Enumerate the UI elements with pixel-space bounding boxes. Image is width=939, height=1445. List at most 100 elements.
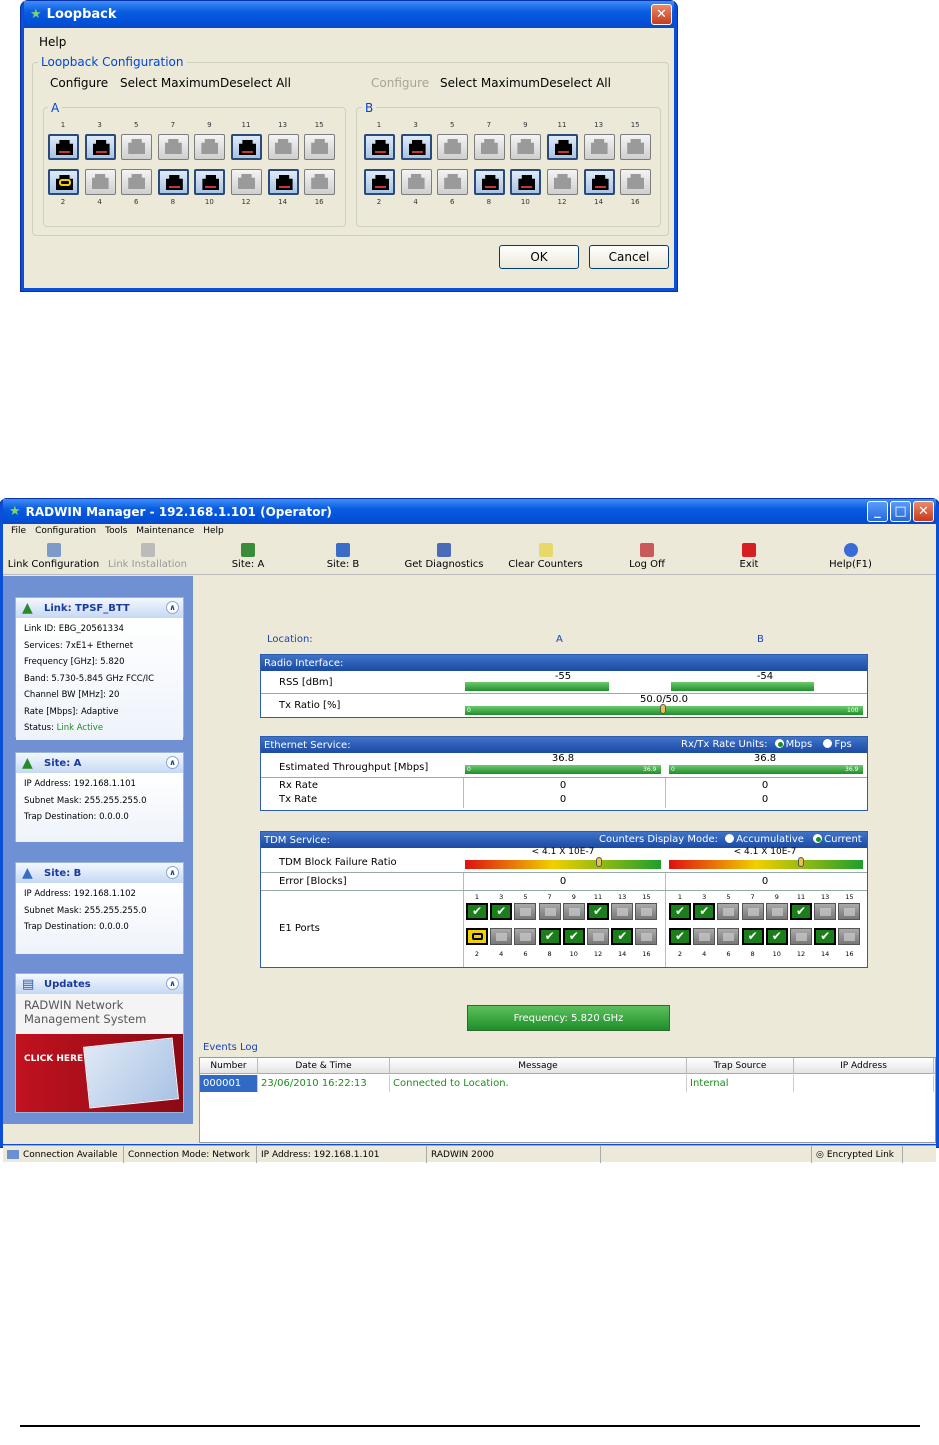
collapse-icon[interactable]: ∧ xyxy=(166,601,179,614)
col-trap-source[interactable]: Trap Source xyxy=(687,1058,794,1074)
minimize-icon[interactable]: _ xyxy=(867,501,888,522)
menu-configuration[interactable]: Configuration xyxy=(35,526,96,536)
e1-port-b-14[interactable] xyxy=(814,928,837,945)
port-a-8[interactable] xyxy=(157,169,189,195)
mode-current-radio[interactable]: Current xyxy=(813,834,862,845)
select-maximum-b-button[interactable]: Select Maximum xyxy=(440,76,540,90)
port-b-2[interactable] xyxy=(364,169,395,195)
collapse-icon[interactable]: ∧ xyxy=(166,977,179,990)
port-b-6[interactable] xyxy=(437,169,469,195)
col-number[interactable]: Number xyxy=(200,1058,258,1074)
menu-help[interactable]: Help xyxy=(203,526,224,536)
e1-port-b-16[interactable] xyxy=(838,928,861,945)
unit-mbps-radio[interactable]: Mbps xyxy=(774,739,812,750)
unit-fps-radio[interactable]: Fps xyxy=(823,739,852,750)
link-installation-button[interactable]: Link Installation xyxy=(105,539,190,575)
port-a-9[interactable] xyxy=(194,134,226,160)
port-a-15[interactable] xyxy=(304,134,336,160)
clear-counters-button[interactable]: Clear Counters xyxy=(503,539,588,575)
e1-port-b-2[interactable] xyxy=(669,928,691,945)
port-a-14[interactable] xyxy=(267,169,299,195)
deselect-all-a-button[interactable]: Deselect All xyxy=(220,76,291,90)
port-b-12[interactable] xyxy=(547,169,578,195)
e1-port-a-3[interactable] xyxy=(490,903,513,920)
e1-port-b-11[interactable] xyxy=(790,903,812,920)
port-a-1[interactable] xyxy=(48,134,79,160)
port-b-9[interactable] xyxy=(510,134,542,160)
collapse-icon[interactable]: ∧ xyxy=(166,756,179,769)
col-ip-address[interactable]: IP Address xyxy=(794,1058,934,1074)
configure-a-button[interactable]: Configure xyxy=(50,76,108,90)
port-b-1[interactable] xyxy=(364,134,395,160)
port-a-7[interactable] xyxy=(157,134,189,160)
port-b-11[interactable] xyxy=(547,134,578,160)
port-a-11[interactable] xyxy=(231,134,262,160)
e1-port-a-8[interactable] xyxy=(538,928,561,945)
menu-maintenance[interactable]: Maintenance xyxy=(136,526,194,536)
site-a-button[interactable]: Site: A xyxy=(218,539,278,575)
port-a-16[interactable] xyxy=(304,169,336,195)
port-b-4[interactable] xyxy=(400,169,432,195)
e1-port-b-4[interactable] xyxy=(693,928,716,945)
mode-accumulative-radio[interactable]: Accumulative xyxy=(725,834,804,845)
port-a-4[interactable] xyxy=(84,169,116,195)
e1-port-b-7[interactable] xyxy=(741,903,764,920)
port-b-8[interactable] xyxy=(473,169,505,195)
deselect-all-b-button[interactable]: Deselect All xyxy=(540,76,611,90)
port-b-5[interactable] xyxy=(437,134,469,160)
e1-port-b-12[interactable] xyxy=(790,928,812,945)
e1-port-a-9[interactable] xyxy=(562,903,585,920)
updates-banner[interactable]: CLICK HERE xyxy=(16,1034,183,1112)
port-a-5[interactable] xyxy=(121,134,153,160)
e1-port-b-6[interactable] xyxy=(717,928,740,945)
port-a-12[interactable] xyxy=(231,169,262,195)
e1-port-a-13[interactable] xyxy=(611,903,634,920)
e1-port-a-7[interactable] xyxy=(538,903,561,920)
close-icon[interactable]: ✕ xyxy=(651,4,672,25)
site-b-button[interactable]: Site: B xyxy=(313,539,373,575)
log-off-button[interactable]: Log Off xyxy=(617,539,677,575)
exit-button[interactable]: Exit xyxy=(719,539,779,575)
get-diagnostics-button[interactable]: Get Diagnostics xyxy=(400,539,488,575)
port-b-16[interactable] xyxy=(620,169,652,195)
port-b-13[interactable] xyxy=(583,134,615,160)
e1-port-a-16[interactable] xyxy=(635,928,658,945)
port-b-7[interactable] xyxy=(473,134,505,160)
port-a-2[interactable] xyxy=(48,169,79,195)
close-icon[interactable]: ✕ xyxy=(913,501,934,522)
e1-port-a-14[interactable] xyxy=(611,928,634,945)
e1-port-a-4[interactable] xyxy=(490,928,513,945)
port-a-10[interactable] xyxy=(194,169,226,195)
port-b-15[interactable] xyxy=(620,134,652,160)
select-maximum-a-button[interactable]: Select Maximum xyxy=(120,76,220,90)
e1-port-b-10[interactable] xyxy=(765,928,788,945)
e1-port-b-8[interactable] xyxy=(741,928,764,945)
collapse-icon[interactable]: ∧ xyxy=(166,866,179,879)
menu-file[interactable]: File xyxy=(11,526,26,536)
port-a-3[interactable] xyxy=(84,134,116,160)
e1-port-a-10[interactable] xyxy=(562,928,585,945)
cancel-button[interactable]: Cancel xyxy=(589,245,669,269)
e1-port-b-1[interactable] xyxy=(669,903,691,920)
ok-button[interactable]: OK xyxy=(499,245,579,269)
port-a-6[interactable] xyxy=(121,169,153,195)
e1-port-b-9[interactable] xyxy=(765,903,788,920)
e1-port-b-3[interactable] xyxy=(693,903,716,920)
e1-port-b-15[interactable] xyxy=(838,903,861,920)
port-b-10[interactable] xyxy=(510,169,542,195)
e1-port-a-6[interactable] xyxy=(514,928,537,945)
link-configuration-button[interactable]: Link Configuration xyxy=(6,539,101,575)
e1-port-a-15[interactable] xyxy=(635,903,658,920)
port-b-14[interactable] xyxy=(583,169,615,195)
click-here-label[interactable]: CLICK HERE xyxy=(24,1054,83,1064)
port-a-13[interactable] xyxy=(267,134,299,160)
help-button[interactable]: Help(F1) xyxy=(818,539,883,575)
e1-port-a-11[interactable] xyxy=(587,903,609,920)
col-message[interactable]: Message xyxy=(390,1058,687,1074)
e1-port-a-1[interactable] xyxy=(466,903,488,920)
port-b-3[interactable] xyxy=(400,134,432,160)
e1-port-a-5[interactable] xyxy=(514,903,537,920)
e1-port-a-2[interactable] xyxy=(466,928,488,945)
configure-b-button[interactable]: Configure xyxy=(371,76,429,90)
menu-tools[interactable]: Tools xyxy=(105,526,127,536)
